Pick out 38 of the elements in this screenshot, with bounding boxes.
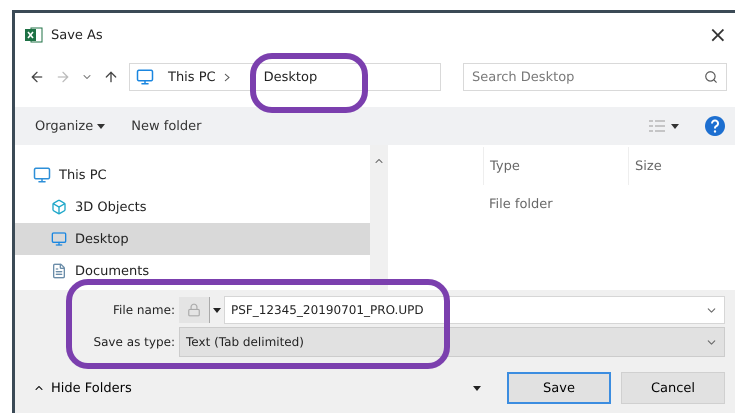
back-icon[interactable] bbox=[29, 69, 45, 85]
view-options-icon[interactable] bbox=[649, 120, 679, 132]
close-button[interactable]: × bbox=[708, 22, 727, 48]
document-icon bbox=[51, 263, 67, 279]
search-icon bbox=[704, 70, 718, 84]
address-bar[interactable]: This PC Desktop bbox=[129, 63, 441, 91]
save-button[interactable]: Save bbox=[507, 372, 611, 404]
table-cell-text: File folder bbox=[488, 196, 554, 214]
cube-icon bbox=[51, 199, 67, 215]
search-field[interactable]: Search Desktop bbox=[463, 63, 727, 91]
field-label: File name: bbox=[112, 303, 176, 317]
cancel-button[interactable]: Cancel bbox=[621, 372, 725, 404]
file-type-dropdown[interactable]: Text (Tab delimited) bbox=[179, 327, 725, 357]
chevron-icon bbox=[224, 72, 230, 82]
monitor-icon bbox=[51, 231, 67, 247]
new-folder-button[interactable]: New folder bbox=[131, 118, 202, 134]
spreadsheet-app-icon bbox=[25, 27, 43, 43]
hide-folders-button[interactable]: Hide Folders bbox=[33, 380, 132, 396]
lock-icon bbox=[187, 303, 201, 317]
computer-icon bbox=[136, 68, 154, 86]
up-icon[interactable] bbox=[103, 69, 119, 85]
column-header[interactable]: Type bbox=[483, 147, 628, 185]
field-label: Save as type: bbox=[92, 335, 176, 349]
folder-tree-item[interactable]: Desktop bbox=[15, 223, 370, 255]
computer-icon bbox=[33, 166, 51, 184]
help-icon[interactable] bbox=[705, 116, 725, 136]
organize-menu[interactable]: Organize bbox=[35, 118, 106, 134]
folder-tree-item[interactable]: 3D Objects bbox=[15, 191, 370, 223]
caret-icon[interactable] bbox=[213, 308, 221, 312]
folder-tree-item[interactable]: Documents bbox=[15, 255, 370, 287]
caret-icon[interactable] bbox=[473, 386, 481, 390]
folder-tree-item[interactable]: This PC bbox=[15, 159, 370, 191]
column-header[interactable]: Size bbox=[628, 147, 735, 185]
breadcrumb-item[interactable]: This PC bbox=[168, 70, 216, 84]
file-name-field[interactable]: PSF_12345_20190701_PRO.UPD bbox=[224, 296, 725, 324]
caret-icon bbox=[97, 124, 106, 128]
window-title: Save As bbox=[51, 28, 104, 42]
breadcrumb-item[interactable]: Desktop bbox=[264, 70, 318, 84]
